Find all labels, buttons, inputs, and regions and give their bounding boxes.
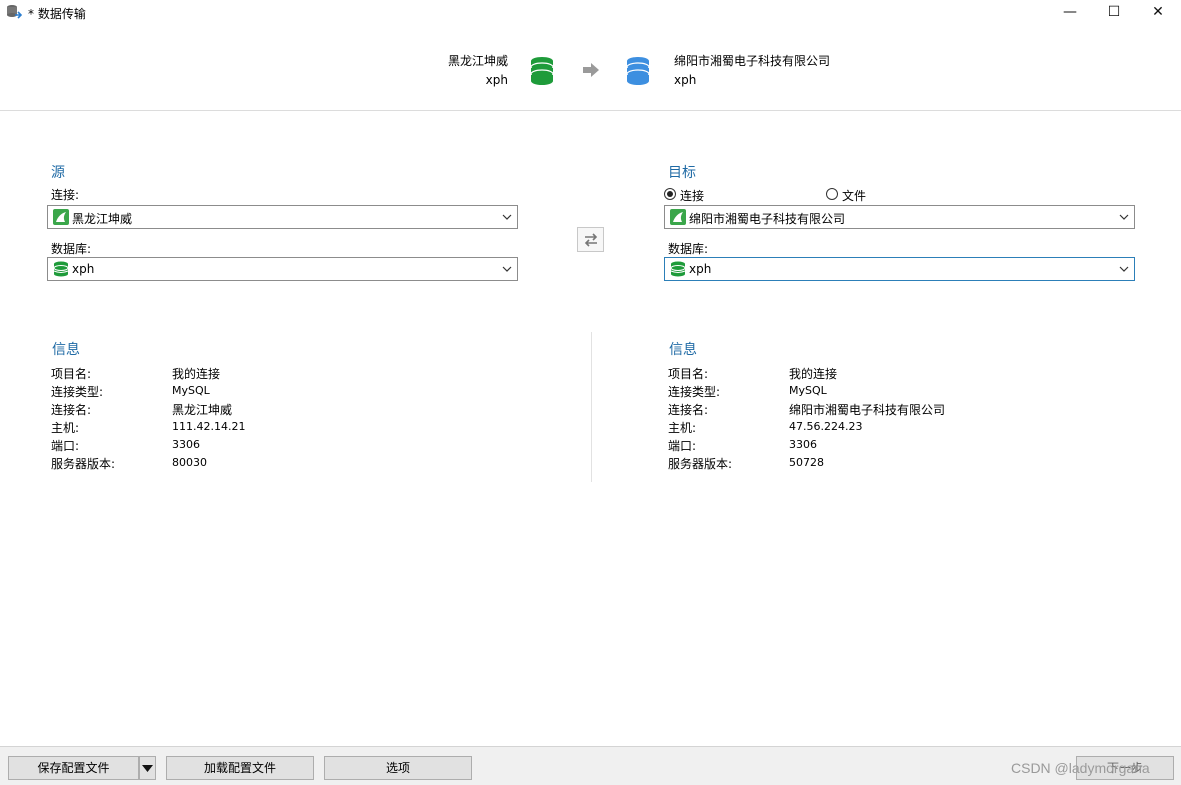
info-value: 我的连接 <box>172 367 221 381</box>
chevron-down-icon <box>1119 266 1129 272</box>
footer-bar: 保存配置文件 加载配置文件 选项 下一步 CSDN @ladymorgana <box>0 746 1181 785</box>
source-database-label: 数据库: <box>51 242 92 256</box>
data-transfer-icon <box>7 5 22 19</box>
info-key: 服务器版本: <box>668 457 733 471</box>
info-value: 黑龙江坤威 <box>172 403 233 417</box>
source-connection-label: 连接: <box>51 188 80 202</box>
save-config-button[interactable]: 保存配置文件 <box>8 756 139 780</box>
target-database-select[interactable]: xph <box>664 257 1135 281</box>
target-file-radio[interactable] <box>826 188 838 200</box>
info-key: 端口: <box>668 439 697 453</box>
source-info-title: 信息 <box>52 342 80 358</box>
source-connection-select[interactable]: 黑龙江坤威 <box>47 205 518 229</box>
transfer-summary-banner: 黑龙江坤威 xph 绵阳市湘蜀电子科技有限公司 xph <box>0 24 1181 111</box>
data-transfer-window: * 数据传输 — ☐ ✕ 黑龙江坤威 xph 绵阳市湘蜀电子科技有限公司 xph… <box>0 0 1181 785</box>
target-database-label: 数据库: <box>668 242 709 256</box>
banner-target-connection: 绵阳市湘蜀电子科技有限公司 <box>674 54 831 68</box>
info-key: 项目名: <box>51 367 92 381</box>
close-button[interactable]: ✕ <box>1135 0 1181 24</box>
info-value: 50728 <box>789 456 824 469</box>
info-key: 服务器版本: <box>51 457 116 471</box>
target-info-title: 信息 <box>669 342 697 358</box>
maximize-button[interactable]: ☐ <box>1091 0 1137 24</box>
info-key: 连接类型: <box>668 385 721 399</box>
target-section-title: 目标 <box>668 165 696 181</box>
info-value: MySQL <box>172 384 210 397</box>
target-database-value: xph <box>689 262 712 276</box>
info-value: 111.42.14.21 <box>172 420 246 433</box>
info-value: MySQL <box>789 384 827 397</box>
chevron-down-icon <box>1119 214 1129 220</box>
info-key: 端口: <box>51 439 80 453</box>
chevron-down-icon <box>502 214 512 220</box>
banner-source-connection: 黑龙江坤威 <box>447 54 508 68</box>
info-key: 连接名: <box>668 403 709 417</box>
load-config-button[interactable]: 加载配置文件 <box>166 756 314 780</box>
options-button[interactable]: 选项 <box>324 756 472 780</box>
info-key: 主机: <box>668 421 697 435</box>
info-value: 3306 <box>789 438 817 451</box>
info-value: 绵阳市湘蜀电子科技有限公司 <box>789 403 946 417</box>
target-connection-radio-label: 连接 <box>680 189 705 203</box>
source-section-title: 源 <box>51 165 65 181</box>
info-value: 我的连接 <box>789 367 838 381</box>
banner-source-database: xph <box>485 73 508 87</box>
swap-source-target-button[interactable] <box>577 227 604 252</box>
csdn-watermark: CSDN @ladymorgana <box>1011 760 1150 776</box>
target-connection-select[interactable]: 绵阳市湘蜀电子科技有限公司 <box>664 205 1135 229</box>
info-key: 主机: <box>51 421 80 435</box>
target-connection-radio[interactable] <box>664 188 676 200</box>
info-key: 项目名: <box>668 367 709 381</box>
info-value: 47.56.224.23 <box>789 420 863 433</box>
window-title: * 数据传输 <box>28 7 86 21</box>
caret-down-icon <box>142 765 153 772</box>
chevron-down-icon <box>502 266 512 272</box>
mysql-connection-icon <box>670 209 686 225</box>
minimize-button[interactable]: — <box>1047 0 1093 24</box>
arrow-right-icon <box>583 63 599 77</box>
swap-arrows-icon <box>584 233 598 247</box>
source-database-select[interactable]: xph <box>47 257 518 281</box>
info-key: 连接类型: <box>51 385 104 399</box>
save-config-dropdown-button[interactable] <box>139 756 156 780</box>
title-bar: * 数据传输 — ☐ ✕ <box>0 0 1181 24</box>
mysql-connection-icon <box>53 209 69 225</box>
database-green-icon <box>530 57 554 85</box>
info-value: 80030 <box>172 456 207 469</box>
info-value: 3306 <box>172 438 200 451</box>
info-divider <box>591 332 592 482</box>
info-key: 连接名: <box>51 403 92 417</box>
database-icon <box>53 261 69 277</box>
source-connection-value: 黑龙江坤威 <box>72 212 133 226</box>
banner-target-database: xph <box>674 73 697 87</box>
database-icon <box>670 261 686 277</box>
source-database-value: xph <box>72 262 95 276</box>
database-blue-icon <box>626 57 650 85</box>
target-file-radio-label: 文件 <box>842 189 867 203</box>
target-connection-value: 绵阳市湘蜀电子科技有限公司 <box>689 212 846 226</box>
